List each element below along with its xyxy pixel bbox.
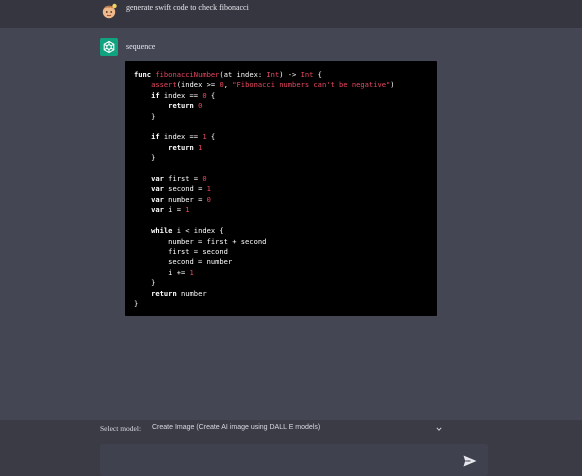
code-line: var first = 0 bbox=[151, 174, 207, 184]
assistant-message-title: sequence bbox=[126, 42, 156, 51]
code-line: assert(index >= 0, "Fibonacci numbers ca… bbox=[151, 80, 395, 90]
code-line: return 1 bbox=[168, 142, 203, 152]
code-line: i += 1 bbox=[134, 267, 194, 277]
user-avatar-icon bbox=[100, 2, 118, 20]
model-select[interactable]: Create Image (Create AI image using DALL… bbox=[152, 424, 444, 435]
code-line: var second = 1 bbox=[151, 184, 211, 194]
code-line: func fibonacciNumber(at index: Int) -> I… bbox=[134, 70, 322, 79]
openai-logo-icon bbox=[100, 38, 118, 56]
code-line: if index == 0 { bbox=[151, 90, 216, 100]
code-line: } bbox=[134, 278, 156, 288]
code-line: } bbox=[134, 111, 156, 121]
code-line: var i = 1 bbox=[151, 205, 190, 215]
user-message-text: generate swift code to check fibonacci bbox=[126, 3, 249, 12]
code-line: } bbox=[134, 153, 156, 163]
code-block: func fibonacciNumber(at index: Int) -> I… bbox=[125, 61, 437, 316]
code-content: func fibonacciNumber(at index: Int) -> I… bbox=[134, 70, 395, 309]
code-line: if index == 1 { bbox=[151, 132, 216, 142]
chat-input-box bbox=[100, 444, 488, 476]
model-selector-row: Select model: Create Image (Create AI im… bbox=[100, 424, 444, 436]
code-line: } bbox=[134, 298, 139, 308]
send-icon[interactable] bbox=[462, 454, 478, 468]
chat-input[interactable] bbox=[110, 452, 454, 468]
code-line: first = second bbox=[134, 246, 228, 256]
assistant-message-row: sequence func fibonacciNumber(at index: … bbox=[0, 28, 582, 420]
chat-page: generate swift code to check fibonacci s… bbox=[0, 0, 582, 476]
code-line: var number = 0 bbox=[151, 194, 211, 204]
chevron-down-icon[interactable] bbox=[436, 426, 442, 432]
user-message-row: generate swift code to check fibonacci bbox=[0, 0, 582, 28]
model-select-value: Create Image (Create AI image using DALL… bbox=[152, 424, 321, 431]
code-line: return number bbox=[151, 288, 207, 298]
code-line: second = number bbox=[134, 257, 233, 267]
code-line: return 0 bbox=[168, 101, 203, 111]
model-select-label: Select model: bbox=[100, 424, 142, 433]
code-line: number = first + second bbox=[134, 236, 267, 246]
code-line: while i < index { bbox=[151, 226, 224, 236]
